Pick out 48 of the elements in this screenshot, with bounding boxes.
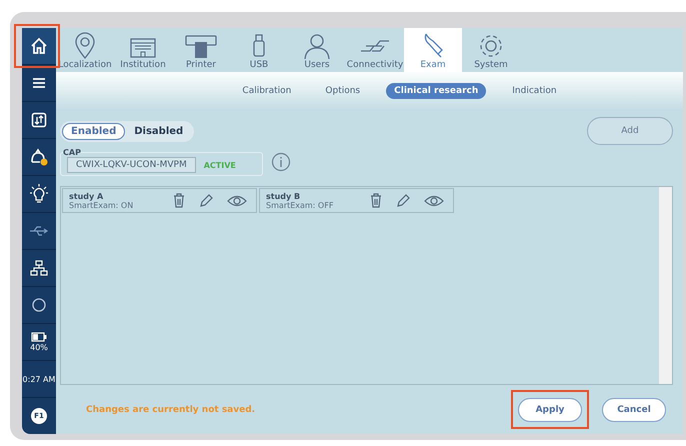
transfer-icon — [31, 112, 47, 128]
tab[interactable]: USB — [230, 28, 288, 72]
tab[interactable]: Localization — [56, 28, 114, 72]
study-card[interactable]: study B SmartExam: OFF — [259, 188, 454, 213]
tab[interactable]: Connectivity — [346, 28, 404, 72]
study-card[interactable]: study A SmartExam: ON — [62, 188, 257, 213]
info-icon[interactable] — [270, 152, 291, 172]
subtab[interactable]: Options — [317, 83, 368, 99]
scrollbar[interactable] — [659, 187, 672, 384]
cap-label: CAP — [63, 148, 81, 157]
tab[interactable]: Exam — [404, 28, 462, 72]
toggle-option[interactable]: Enabled — [62, 122, 126, 140]
toggle-option[interactable]: Disabled — [125, 122, 192, 140]
circle-icon — [32, 298, 46, 312]
highlight-frame — [14, 24, 60, 68]
pencil-icon[interactable] — [396, 194, 410, 208]
sidebar-item[interactable] — [22, 28, 56, 65]
home-icon — [30, 37, 48, 55]
network-icon — [30, 260, 48, 276]
battery-level: 40% — [30, 343, 48, 352]
subtab[interactable]: Indication — [504, 83, 565, 99]
clock-time: 0:27 AM — [22, 374, 56, 384]
study-name: study B — [266, 192, 300, 200]
eye-icon[interactable] — [227, 194, 247, 206]
tab[interactable]: Institution — [114, 28, 172, 72]
trash-icon[interactable] — [370, 193, 382, 208]
tab[interactable]: System — [462, 28, 520, 72]
subtab[interactable]: Clinical research — [386, 83, 486, 99]
battery-icon — [31, 332, 47, 342]
apply-button[interactable]: Apply — [518, 398, 582, 422]
eye-icon[interactable] — [424, 194, 444, 206]
subtab[interactable]: Calibration — [234, 83, 300, 99]
cancel-button[interactable]: Cancel — [602, 398, 666, 422]
operator-icon — [29, 148, 49, 166]
cap-status: ACTIVE — [204, 160, 236, 170]
pencil-icon[interactable] — [199, 194, 213, 208]
study-detail: SmartExam: OFF — [266, 200, 334, 210]
tab[interactable]: Printer — [172, 28, 230, 72]
cap-code-field[interactable]: CWIX-LQKV-UCON-MVPM — [67, 157, 196, 173]
add-button[interactable]: Add — [587, 117, 673, 145]
menu-icon — [32, 77, 46, 89]
trash-icon[interactable] — [173, 193, 185, 208]
usb-icon — [29, 225, 49, 237]
tab[interactable]: Users — [288, 28, 346, 72]
study-name: study A — [69, 192, 104, 200]
study-detail: SmartExam: ON — [69, 200, 134, 210]
unsaved-message: Changes are currently not saved. — [86, 404, 256, 414]
light-bulb-icon — [30, 184, 48, 204]
